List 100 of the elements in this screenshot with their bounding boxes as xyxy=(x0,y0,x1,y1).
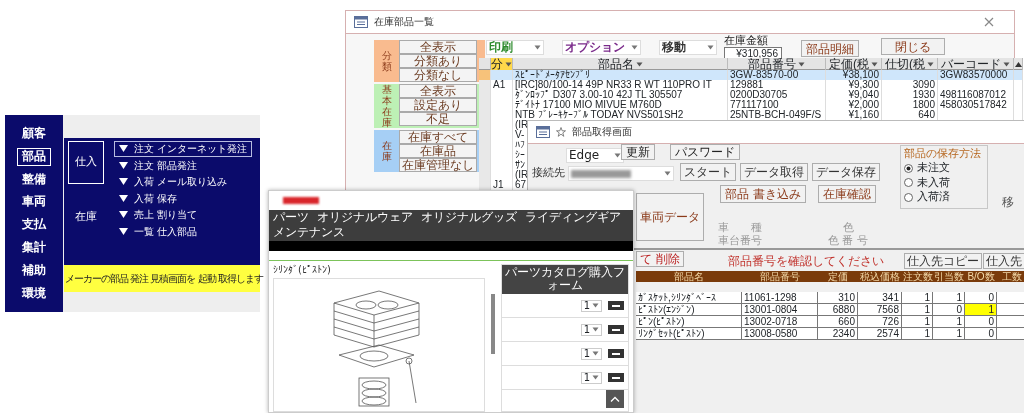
column-header: 工数 xyxy=(1001,271,1023,282)
table-cell: ﾋﾟｽﾄﾝ(ｴﾝｼﾞﾝ) xyxy=(638,304,695,315)
form-icon xyxy=(354,16,368,28)
caret-icon xyxy=(927,61,934,67)
column-header[interactable]: 部品名 xyxy=(597,58,634,70)
group-label: 基本在庫 xyxy=(381,84,392,128)
table-cell: ﾀﾞﾝﾛｯﾌﾟ D307 3.00-10 42J TL 305507 xyxy=(515,89,683,100)
nav-link[interactable]: メンテナンス xyxy=(273,225,345,240)
sidebar-item[interactable]: 支払 xyxy=(17,216,51,234)
table-cell: ¥9,040 xyxy=(848,89,879,100)
column-header: 注文数 xyxy=(902,271,933,282)
radio-button[interactable] xyxy=(904,178,913,188)
dropdown[interactable]: オプション xyxy=(562,40,641,55)
menu-item[interactable]: 注文 インターネット発注 xyxy=(114,141,253,157)
table-cell: 341 xyxy=(882,292,899,303)
caret-icon xyxy=(631,45,638,50)
table-cell: 1 xyxy=(956,292,962,303)
column-header: 部品番号 xyxy=(759,271,801,282)
quantity-dropdown[interactable]: 1 xyxy=(580,371,602,384)
filter-button[interactable]: 設定あり xyxy=(399,98,477,112)
minus-icon xyxy=(612,328,620,331)
nav-link[interactable]: オリジナルグッズ xyxy=(421,211,517,225)
table-cell: ﾋﾟﾝ(ﾋﾟｽﾄﾝ) xyxy=(638,316,685,327)
delete-button[interactable]: て 削除 xyxy=(636,251,684,267)
filter-button[interactable]: 分類あり xyxy=(399,54,477,68)
vehicle-data-button[interactable]: 車両データ xyxy=(636,193,704,241)
filter-button[interactable]: 在庫すべて xyxy=(399,130,477,144)
browser-dropdown[interactable]: Edge xyxy=(566,148,624,163)
nav-link[interactable]: ライディングギア xyxy=(525,211,621,225)
sidebar-item[interactable]: 環境 xyxy=(17,284,51,303)
cart-button[interactable] xyxy=(608,301,624,311)
filter-button[interactable]: 在庫品 xyxy=(399,144,477,158)
cart-button[interactable] xyxy=(608,325,624,335)
dropdown[interactable]: 印刷 xyxy=(486,40,544,55)
quantity-dropdown[interactable]: 1 xyxy=(580,323,602,336)
column-header[interactable]: 部品番号 xyxy=(748,58,796,70)
menu-item[interactable]: 入荷 メール取り込み xyxy=(114,174,253,190)
close-button[interactable]: 閉じる xyxy=(881,38,945,55)
category-tab[interactable]: 在庫 xyxy=(68,195,104,239)
quantity-dropdown[interactable]: 1 xyxy=(580,347,602,360)
table-cell: (IR xyxy=(515,119,529,130)
menu-item[interactable]: 売上 割り当て xyxy=(114,207,253,223)
connection-dropdown[interactable] xyxy=(568,166,674,181)
action-button[interactable]: 在庫確認 xyxy=(817,185,876,203)
nav-link[interactable]: パーツ xyxy=(273,211,309,225)
row-selector[interactable] xyxy=(479,80,491,90)
menu-item[interactable]: 注文 部品発注 xyxy=(114,157,253,173)
category-tab[interactable]: 仕入 xyxy=(68,141,104,184)
warning-message: 部品番号を確認してください xyxy=(728,255,884,269)
details-button[interactable]: 部品明細 xyxy=(801,40,859,57)
table-cell: 2574 xyxy=(876,328,899,339)
password-button[interactable]: パスワード xyxy=(670,144,740,160)
column-header[interactable]: バーコード xyxy=(941,58,1001,70)
radio-button[interactable] xyxy=(904,193,913,203)
radio-button[interactable] xyxy=(904,163,913,173)
filter-button[interactable]: 全表示 xyxy=(399,84,477,98)
table-cell: ¥1,160 xyxy=(848,109,879,120)
group-label: 在庫 xyxy=(381,140,392,162)
sidebar-item[interactable]: 部品 xyxy=(17,147,51,166)
dropdown[interactable]: 移動 xyxy=(659,40,717,55)
sidebar-item[interactable]: 補助 xyxy=(17,261,51,280)
action-button[interactable]: データ取得 xyxy=(740,163,808,181)
row-selector[interactable] xyxy=(479,70,491,80)
copy-button[interactable]: 仕入先 xyxy=(983,253,1024,269)
sidebar-item[interactable]: 顧客 xyxy=(17,125,51,143)
cart-button[interactable] xyxy=(608,349,624,359)
sidebar-item[interactable]: 車両 xyxy=(17,193,51,212)
scroll-top-button[interactable] xyxy=(606,390,624,408)
filter-button[interactable]: 分類なし xyxy=(399,68,477,82)
refresh-button[interactable]: 更新 xyxy=(621,144,655,160)
filter-button[interactable]: 在庫管理なし xyxy=(399,158,477,172)
quantity-dropdown[interactable]: 1 xyxy=(580,299,602,312)
table-cell: ｽﾋﾟｰﾄﾞﾒｰﾀｱｾﾝﾌﾞﾘ xyxy=(515,69,590,80)
filter-button[interactable]: 全表示 xyxy=(399,40,477,54)
table-cell: ｻﾝ xyxy=(515,159,525,170)
table-cell: ｶﾞｽｹｯﾄ,ｼﾘﾝﾀﾞﾍﾞｰｽ xyxy=(638,292,716,303)
action-button[interactable]: スタート xyxy=(680,163,736,181)
field-label: 色 番 号 xyxy=(828,234,868,248)
filter-button[interactable]: 不足 xyxy=(399,112,477,126)
minus-icon xyxy=(612,304,620,307)
highlighted-row[interactable]: ｽﾋﾟｰﾄﾞﾒｰﾀｱｾﾝﾌﾞﾘ 3GW-83570-00 ¥38,100 3GW83570000 xyxy=(479,70,1023,80)
menu-item[interactable]: 入荷 保存 xyxy=(114,190,253,206)
field-label: 在庫金額 xyxy=(724,35,768,48)
copy-button[interactable]: 仕入先コピー xyxy=(904,253,982,269)
cart-button[interactable] xyxy=(608,373,624,383)
table-cell: 0 xyxy=(956,304,962,315)
minus-icon xyxy=(612,376,620,379)
minus-icon xyxy=(612,352,620,355)
close-icon xyxy=(984,17,994,27)
column-header[interactable]: 定価(税 xyxy=(829,58,869,70)
table-cell: 11061-1298 xyxy=(744,292,797,303)
sidebar-item[interactable]: 集計 xyxy=(17,239,51,257)
table-cell: 726 xyxy=(882,316,899,327)
sidebar-item[interactable]: 整備 xyxy=(17,170,51,189)
action-button[interactable]: 部品 書き込み xyxy=(720,185,806,203)
nav-link[interactable]: オリジナルウェア xyxy=(317,211,413,225)
action-button[interactable]: データ保存 xyxy=(812,163,880,181)
menu-item[interactable]: 一覧 仕入部品 xyxy=(114,223,253,239)
row-selector[interactable] xyxy=(479,180,491,190)
table-cell: 0 xyxy=(965,328,997,339)
